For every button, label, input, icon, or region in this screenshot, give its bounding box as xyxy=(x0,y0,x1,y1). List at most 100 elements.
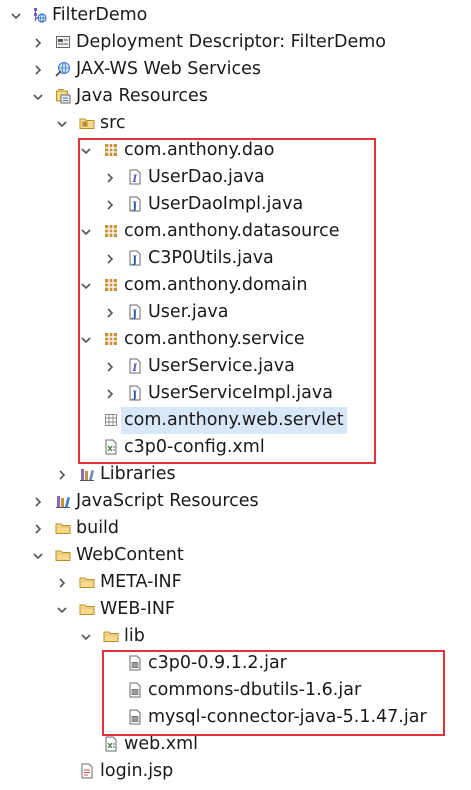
tree-item-filterdemo[interactable]: FilterDemo xyxy=(0,2,471,29)
tree-item-label: META-INF xyxy=(100,572,182,592)
java-file-icon: J xyxy=(127,196,143,212)
empty-package-icon xyxy=(103,412,119,428)
tree-item-mysql-connector-jar[interactable]: mysql-connector-java-5.1.47.jar xyxy=(0,704,471,731)
folder-icon xyxy=(55,547,71,563)
folder-icon xyxy=(55,520,71,536)
tree-item-userdaoimpl-java[interactable]: J UserDaoImpl.java xyxy=(0,191,471,218)
tree-item-c3p0-jar[interactable]: c3p0-0.9.1.2.jar xyxy=(0,650,471,677)
chevron-down-icon[interactable] xyxy=(79,630,93,644)
tree-item-javascript-resources[interactable]: JavaScript Resources xyxy=(0,488,471,515)
xml-file-icon xyxy=(103,439,119,455)
folder-icon xyxy=(103,628,119,644)
tree-item-c3p0utils-java[interactable]: J C3P0Utils.java xyxy=(0,245,471,272)
tree-item-label: lib xyxy=(124,626,145,646)
tree-item-userserviceimpl-java[interactable]: J UserServiceImpl.java xyxy=(0,380,471,407)
tree-item-package-domain[interactable]: com.anthony.domain xyxy=(0,272,471,299)
project-explorer-tree: FilterDemo Deployment Descriptor: Filter… xyxy=(0,2,471,785)
tree-item-commons-dbutils-jar[interactable]: commons-dbutils-1.6.jar xyxy=(0,677,471,704)
chevron-right-icon[interactable] xyxy=(103,306,117,320)
java-file-icon: J xyxy=(127,385,143,401)
tree-item-deployment-descriptor[interactable]: Deployment Descriptor: FilterDemo xyxy=(0,29,471,56)
tree-item-label: com.anthony.web.servlet xyxy=(121,407,347,434)
tree-item-libraries[interactable]: Libraries xyxy=(0,461,471,488)
java-file-icon: J xyxy=(127,250,143,266)
tree-item-c3p0-config-xml[interactable]: c3p0-config.xml xyxy=(0,434,471,461)
tree-item-userservice-java[interactable]: I UserService.java xyxy=(0,353,471,380)
tree-item-label: commons-dbutils-1.6.jar xyxy=(148,680,362,700)
web-project-icon xyxy=(31,7,47,23)
tree-item-build[interactable]: build xyxy=(0,515,471,542)
chevron-right-icon[interactable] xyxy=(55,576,69,590)
tree-item-label: Libraries xyxy=(100,464,176,484)
package-icon xyxy=(103,142,119,158)
jar-file-icon xyxy=(127,709,143,725)
tree-item-lib[interactable]: lib xyxy=(0,623,471,650)
chevron-right-icon[interactable] xyxy=(103,252,117,266)
tree-item-label: User.java xyxy=(148,302,229,322)
chevron-right-icon[interactable] xyxy=(55,468,69,482)
package-icon xyxy=(103,223,119,239)
tree-item-jax-ws-web-services[interactable]: JAX-WS Web Services xyxy=(0,56,471,83)
chevron-down-icon[interactable] xyxy=(31,90,45,104)
tree-item-label: Java Resources xyxy=(76,86,208,106)
svg-text:J: J xyxy=(131,201,137,212)
tree-item-package-service[interactable]: com.anthony.service xyxy=(0,326,471,353)
package-icon xyxy=(103,331,119,347)
tree-item-label: Deployment Descriptor: FilterDemo xyxy=(76,32,387,52)
tree-item-label: FilterDemo xyxy=(52,5,148,25)
chevron-right-icon[interactable] xyxy=(31,63,45,77)
tree-item-label: com.anthony.domain xyxy=(124,275,308,295)
chevron-right-icon[interactable] xyxy=(31,522,45,536)
tree-item-label: UserService.java xyxy=(148,356,295,376)
tree-item-login-jsp[interactable]: login.jsp xyxy=(0,758,471,785)
java-file-icon: J xyxy=(127,304,143,320)
chevron-right-icon[interactable] xyxy=(103,171,117,185)
svg-text:I: I xyxy=(131,363,137,374)
tree-item-label: JAX-WS Web Services xyxy=(76,59,262,79)
tree-item-web-inf[interactable]: WEB-INF xyxy=(0,596,471,623)
chevron-right-icon[interactable] xyxy=(31,495,45,509)
tree-item-user-java[interactable]: J User.java xyxy=(0,299,471,326)
tree-item-label: UserServiceImpl.java xyxy=(148,383,333,403)
tree-item-label: c3p0-config.xml xyxy=(124,437,265,457)
tree-item-label: build xyxy=(76,518,120,538)
chevron-down-icon[interactable] xyxy=(55,603,69,617)
svg-text:I: I xyxy=(131,174,137,185)
tree-item-label: com.anthony.service xyxy=(124,329,305,349)
jar-file-icon xyxy=(127,682,143,698)
chevron-right-icon[interactable] xyxy=(31,36,45,50)
chevron-right-icon[interactable] xyxy=(103,198,117,212)
tree-item-label: web.xml xyxy=(124,734,199,754)
tree-item-web-xml[interactable]: web.xml xyxy=(0,731,471,758)
tree-item-label: WEB-INF xyxy=(100,599,175,619)
chevron-down-icon[interactable] xyxy=(55,117,69,131)
folder-icon xyxy=(79,574,95,590)
deployment-descriptor-icon xyxy=(55,34,71,50)
tree-item-webcontent[interactable]: WebContent xyxy=(0,542,471,569)
chevron-right-icon[interactable] xyxy=(103,360,117,374)
libraries-icon xyxy=(79,466,95,482)
chevron-right-icon[interactable] xyxy=(103,387,117,401)
tree-item-meta-inf[interactable]: META-INF xyxy=(0,569,471,596)
svg-text:J: J xyxy=(131,255,137,266)
chevron-down-icon[interactable] xyxy=(79,279,93,293)
web-services-icon xyxy=(55,61,71,77)
chevron-down-icon[interactable] xyxy=(9,9,23,23)
tree-item-package-datasource[interactable]: com.anthony.datasource xyxy=(0,218,471,245)
tree-item-label: mysql-connector-java-5.1.47.jar xyxy=(148,707,427,727)
chevron-down-icon[interactable] xyxy=(79,144,93,158)
tree-item-label: com.anthony.datasource xyxy=(124,221,340,241)
tree-item-package-web-servlet[interactable]: com.anthony.web.servlet xyxy=(0,407,471,434)
chevron-down-icon[interactable] xyxy=(79,333,93,347)
chevron-down-icon[interactable] xyxy=(79,225,93,239)
tree-item-src[interactable]: src xyxy=(0,110,471,137)
tree-item-userdao-java[interactable]: I UserDao.java xyxy=(0,164,471,191)
tree-item-java-resources[interactable]: Java Resources xyxy=(0,83,471,110)
folder-icon xyxy=(79,601,95,617)
tree-item-label: com.anthony.dao xyxy=(124,140,275,160)
chevron-down-icon[interactable] xyxy=(31,549,45,563)
tree-item-package-dao[interactable]: com.anthony.dao xyxy=(0,137,471,164)
source-folder-icon xyxy=(79,115,95,131)
xml-file-icon xyxy=(103,736,119,752)
java-interface-file-icon: I xyxy=(127,169,143,185)
